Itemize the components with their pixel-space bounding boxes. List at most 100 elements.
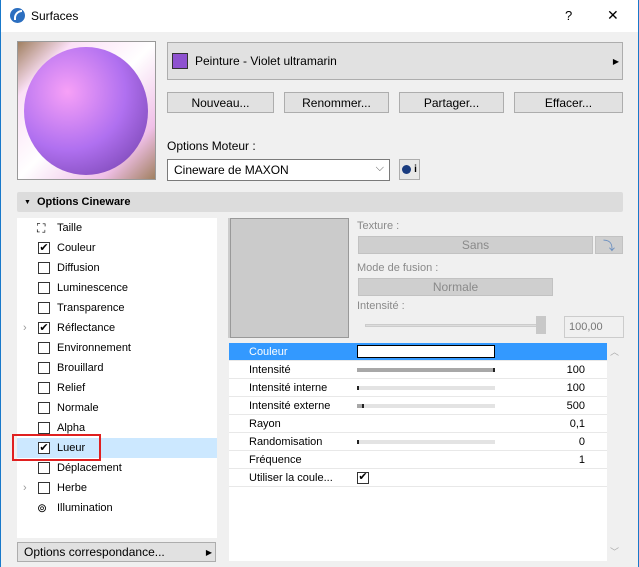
share-button[interactable]: Partager... — [399, 92, 504, 113]
channel-label: Normale — [57, 402, 99, 414]
channel-item[interactable]: › ✔ Réflectance — [17, 318, 217, 338]
channel-label: Taille — [57, 222, 83, 234]
size-icon: ⛶ — [37, 220, 46, 235]
parameter-table: Couleur Intensité 100 Intensité interne 100 I… — [229, 343, 607, 561]
match-options-button[interactable]: Options correspondance... ▶ — [17, 542, 216, 562]
channel-checkbox[interactable] — [38, 282, 50, 294]
title-bar: Surfaces ? ✕ — [1, 0, 638, 32]
parameter-row[interactable]: Couleur — [229, 343, 607, 361]
section-header[interactable]: ▼ Options Cineware — [17, 192, 623, 212]
intensity-value: 100,00 — [569, 321, 603, 333]
channel-checkbox[interactable] — [38, 482, 50, 494]
table-scrollbar[interactable]: ︿ ﹀ — [607, 343, 623, 561]
parameter-name: Rayon — [249, 417, 281, 430]
collapse-triangle-icon: ▼ — [24, 198, 31, 206]
channel-list: ⛶ Taille ✔ Couleur Diffusion Luminescence Tran… — [17, 218, 217, 538]
channel-checkbox[interactable] — [38, 342, 50, 354]
scroll-down-icon[interactable]: ﹀ — [610, 545, 619, 558]
material-preview — [17, 41, 156, 180]
parameter-checkbox[interactable]: ✔ — [357, 471, 369, 484]
delete-button[interactable]: Effacer... — [514, 92, 623, 113]
channel-item[interactable]: ⛶ Taille — [17, 218, 217, 238]
parameter-value[interactable]: 1 — [579, 454, 585, 466]
parameter-slider[interactable] — [357, 403, 495, 408]
info-icon: i — [414, 164, 417, 175]
channel-checkbox[interactable] — [38, 262, 50, 274]
parameter-value[interactable]: 100 — [567, 382, 585, 394]
channel-label: Illumination — [57, 502, 113, 514]
parameter-row[interactable]: Utiliser la coule... ✔ — [229, 469, 607, 487]
chevron-down-icon: ⌵ — [375, 162, 384, 174]
close-button[interactable]: ✕ — [607, 7, 619, 24]
parameter-value[interactable]: 0,1 — [570, 418, 585, 430]
parameter-slider[interactable] — [357, 439, 495, 444]
channel-item[interactable]: ✔ Couleur — [17, 238, 217, 258]
channel-item[interactable]: Environnement — [17, 338, 217, 358]
engine-select-value: Cineware de MAXON — [174, 163, 289, 177]
channel-checkbox[interactable] — [38, 462, 50, 474]
channel-label: Diffusion — [57, 262, 100, 274]
channel-item[interactable]: Brouillard — [17, 358, 217, 378]
parameter-value[interactable]: 100 — [567, 364, 585, 376]
intensity-value-field: 100,00 — [564, 316, 624, 338]
expand-chevron-icon[interactable]: › — [23, 482, 27, 494]
texture-preview — [230, 218, 349, 338]
chevron-right-icon: ▶ — [205, 547, 212, 557]
parameter-slider[interactable] — [357, 385, 495, 390]
parameter-value[interactable]: 500 — [567, 400, 585, 412]
parameter-name: Intensité — [249, 363, 291, 376]
scroll-up-icon[interactable]: ︿ — [610, 345, 619, 358]
chevron-right-icon: ▶ — [612, 56, 619, 66]
parameter-value[interactable]: 0 — [579, 436, 585, 448]
rename-button[interactable]: Renommer... — [284, 92, 389, 113]
channel-checkbox[interactable] — [38, 402, 50, 414]
parameter-name: Fréquence — [249, 453, 302, 466]
parameter-name: Intensité externe — [249, 399, 331, 412]
texture-field: Sans — [358, 236, 593, 254]
parameter-slider[interactable] — [357, 367, 495, 372]
channel-checkbox[interactable] — [38, 302, 50, 314]
channel-item[interactable]: Relief — [17, 378, 217, 398]
cinema4d-icon — [402, 165, 412, 174]
channel-item[interactable]: Luminescence — [17, 278, 217, 298]
parameter-row[interactable]: Fréquence 1 — [229, 451, 607, 469]
parameter-name: Intensité interne — [249, 381, 328, 394]
channel-item[interactable]: Transparence — [17, 298, 217, 318]
channel-label: Brouillard — [57, 362, 104, 374]
channel-label: Réflectance — [57, 322, 116, 334]
engine-label: Options Moteur : — [167, 139, 256, 153]
illumination-icon: ⊚ — [37, 501, 48, 515]
blend-mode-select: Normale — [358, 278, 553, 296]
channel-item[interactable]: Normale — [17, 398, 217, 418]
channel-item[interactable]: Déplacement — [17, 458, 217, 478]
parameter-row[interactable]: Randomisation 0 — [229, 433, 607, 451]
expand-chevron-icon[interactable]: › — [23, 322, 27, 334]
channel-item[interactable]: ⊚ Illumination — [17, 498, 217, 518]
new-button[interactable]: Nouveau... — [167, 92, 274, 113]
engine-info-button[interactable]: i — [399, 159, 420, 180]
parameter-row[interactable]: Intensité interne 100 — [229, 379, 607, 397]
parameter-name: Couleur — [249, 345, 288, 358]
parameter-row[interactable]: Intensité 100 — [229, 361, 607, 379]
channel-label: Luminescence — [57, 282, 128, 294]
channel-label: Alpha — [57, 422, 86, 434]
material-swatch — [172, 53, 188, 69]
channel-checkbox[interactable] — [38, 382, 50, 394]
parameter-row[interactable]: Intensité externe 500 — [229, 397, 607, 415]
parameter-row[interactable]: Rayon 0,1 — [229, 415, 607, 433]
texture-label: Texture : — [357, 220, 400, 232]
intensity-label: Intensité : — [357, 300, 405, 312]
channel-checkbox[interactable]: ✔ — [38, 322, 50, 334]
channel-checkbox[interactable] — [38, 362, 50, 374]
material-selector[interactable]: Peinture - Violet ultramarin ▶ — [167, 42, 623, 80]
engine-select[interactable]: Cineware de MAXON ⌵ — [167, 159, 390, 181]
channel-checkbox[interactable]: ✔ — [38, 242, 50, 254]
color-swatch[interactable] — [357, 345, 495, 358]
intensity-slider — [365, 324, 545, 327]
help-button[interactable]: ? — [565, 8, 572, 23]
channel-checkbox[interactable] — [38, 422, 50, 434]
channel-label: Environnement — [57, 342, 131, 354]
parameter-name: Randomisation — [249, 435, 323, 448]
channel-item[interactable]: › Herbe — [17, 478, 217, 498]
channel-item[interactable]: Diffusion — [17, 258, 217, 278]
